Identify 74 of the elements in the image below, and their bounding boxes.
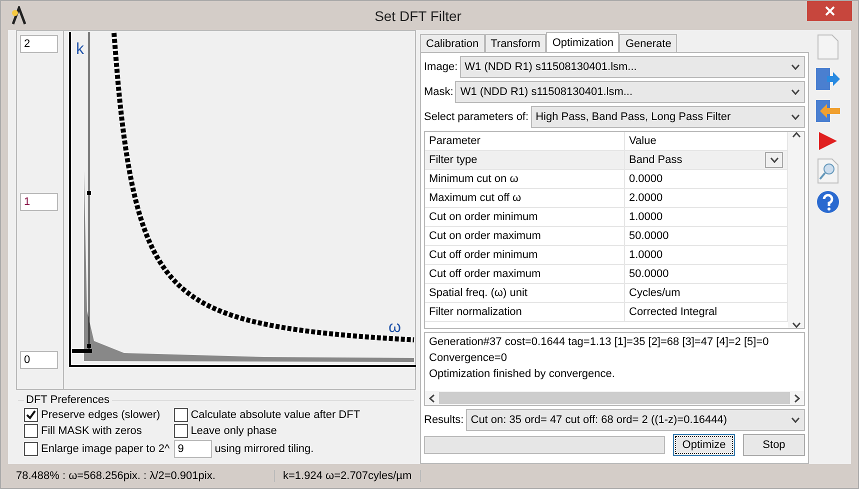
column-header: Parameter [425,132,625,151]
dropdown[interactable]: High Pass, Band Pass, Long Pass Filter [530,106,805,128]
tab[interactable]: Transform [484,34,546,52]
scale-field[interactable]: 1 [20,193,58,211]
chevron-down-icon[interactable] [792,322,800,328]
table-cell: 1.0000 [625,208,788,227]
scrollbar[interactable] [788,132,804,328]
help-icon[interactable] [816,190,840,214]
table-cell: 2.0000 [625,189,788,208]
log-line: Convergence=0 [429,351,508,366]
table-cell: Filter type [425,151,625,170]
table-cell: Minimum cut on ω [425,170,625,189]
scale-field[interactable]: 0 [20,351,58,369]
search-icon[interactable] [817,158,839,184]
table-cell: Cycles/um [625,284,788,303]
table-cell: Maximum cut off ω [425,189,625,208]
table-cell: Cut on order minimum [425,208,625,227]
column-header: Value [625,132,788,151]
action-button[interactable]: Stop [743,434,805,456]
horizontal-scrollbar[interactable] [425,391,804,405]
table-cell: Corrected Integral [625,303,788,322]
tab[interactable]: Generate [619,34,678,52]
chevron-down-icon[interactable] [791,114,800,120]
action-button[interactable]: Optimize [673,434,735,456]
chevron-down-icon[interactable] [770,157,778,163]
y-axis-label: k [76,41,84,59]
option-checkbox[interactable]: Preserve edges (slower) [24,408,170,422]
power-field[interactable]: 9 [174,440,212,458]
checkmark-icon [26,410,36,420]
dropdown[interactable]: W1 (NDD R1) s11508130401.lsm... [460,56,805,78]
selector-label: Mask: [424,86,454,98]
chevron-right-icon[interactable] [794,394,800,402]
status-text: 78.488% : ω=568.256pix. : λ/2=0.901pix. [8,470,275,482]
table-cell: 50.0000 [625,227,788,246]
chevron-down-icon[interactable] [791,64,800,70]
window-title: Set DFT Filter [374,8,462,24]
option-checkbox[interactable]: Calculate absolute value after DFT [174,408,360,422]
status-text: k=1.924 ω=2.707cyles/µm [275,470,421,482]
table-cell: Filter normalization [425,303,625,322]
table-cell[interactable]: Band Pass [625,151,788,170]
chevron-left-icon[interactable] [429,394,435,402]
scale-field[interactable]: 2 [20,35,58,53]
table-cell: Cut off order minimum [425,246,625,265]
app-logo-icon [9,6,29,26]
table-cell: Cut off order maximum [425,265,625,284]
tab[interactable]: Calibration [420,34,485,52]
chevron-down-icon[interactable] [791,89,800,95]
table-cell: 50.0000 [625,265,788,284]
selector-label: Select parameters of: [424,111,529,123]
close-icon[interactable] [824,6,834,16]
results-dropdown[interactable]: Cut on: 35 ord= 47 cut off: 68 ord= 2 ((1-z)=0.16444) [466,409,805,431]
table-cell: Cut on order maximum [425,227,625,246]
table-cell: 1.0000 [625,246,788,265]
chevron-down-icon[interactable] [791,417,800,423]
option-checkbox[interactable]: Leave only phase [174,424,360,438]
dropdown-button[interactable] [765,152,783,168]
table-cell: 0.0000 [625,170,788,189]
x-axis-label: ω [388,319,401,337]
log-line: Generation#37 cost=0.1644 tag=1.13 [1]=35 [2]=68 [3]=47 [4]=2 [5]=0 [429,335,770,350]
option-checkbox[interactable]: Enlarge image paper to 2^ [24,440,170,458]
play-icon[interactable] [817,130,839,152]
table-cell: Spatial freq. (ω) unit [425,284,625,303]
tiling-label: using mirrored tiling. [214,443,314,455]
folder-arrow-icon[interactable] [815,66,841,92]
results-label: Results: [424,414,464,426]
dropdown[interactable]: W1 (NDD R1) s11508130401.lsm... [455,81,805,103]
tab[interactable]: Optimization [546,32,620,52]
folder-arrow-icon[interactable] [815,98,841,124]
preferences-title: DFT Preferences [25,394,111,406]
log-line: Optimization finished by convergence. [429,367,616,382]
option-checkbox[interactable]: Fill MASK with zeros [24,424,170,438]
selector-label: Image: [424,61,458,73]
chevron-up-icon[interactable] [792,132,800,138]
close-button[interactable] [807,1,852,21]
